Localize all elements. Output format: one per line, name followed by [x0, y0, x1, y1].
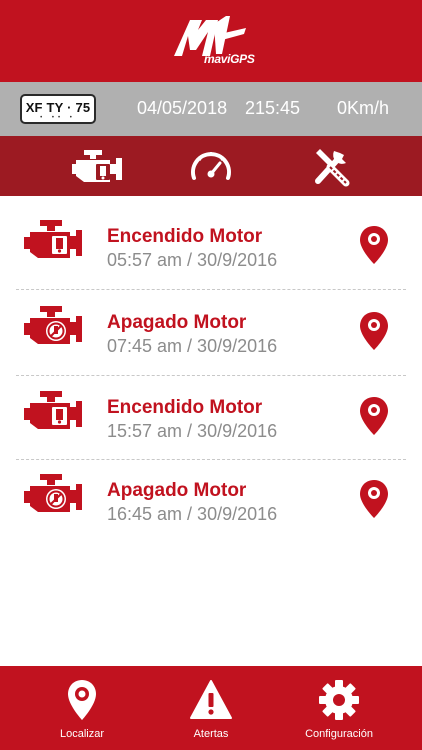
- event-timestamp: 16:45 am / 30/9/2016: [107, 504, 278, 524]
- nav-alertas-button[interactable]: Atertas: [151, 666, 271, 750]
- status-speed: 0Km/h: [337, 98, 390, 118]
- list-item[interactable]: Encendido Motor 05:57 am / 30/9/2016: [0, 196, 422, 280]
- location-pin-icon[interactable]: [358, 310, 390, 352]
- event-title: Apagado Motor: [107, 312, 247, 333]
- tab-engine[interactable]: [68, 144, 128, 188]
- status-date: 04/05/2018: [137, 98, 228, 118]
- nav-localizar-button[interactable]: Localizar: [22, 666, 142, 750]
- warning-icon: [190, 680, 232, 719]
- nav-localizar-label: Localizar: [59, 728, 105, 740]
- engine-off-icon: [24, 474, 82, 512]
- plate-dots: • •• •: [40, 115, 76, 121]
- license-plate: XF TY · 75 • •• •: [20, 94, 96, 124]
- list-item[interactable]: Apagado Motor 07:45 am / 30/9/2016: [0, 282, 422, 366]
- engine-on-icon: [24, 391, 82, 429]
- logo-wordmark: maviGPS: [204, 52, 255, 66]
- engine-icon: [72, 150, 122, 182]
- nav-alertas-label: Atertas: [193, 728, 229, 740]
- tools-icon: [315, 149, 350, 187]
- speedometer-icon: [191, 152, 231, 180]
- nav-configuracion-label: Configuración: [305, 728, 373, 740]
- list-item[interactable]: Apagado Motor 16:45 am / 30/9/2016: [0, 450, 422, 534]
- event-title: Apagado Motor: [107, 480, 247, 501]
- status-time: 215:45: [245, 98, 301, 118]
- event-title: Encendido Motor: [107, 397, 263, 418]
- plate-number: XF TY · 75: [25, 100, 91, 115]
- gear-icon: [319, 680, 359, 720]
- event-timestamp: 05:57 am / 30/9/2016: [107, 250, 278, 270]
- event-timestamp: 15:57 am / 30/9/2016: [107, 421, 278, 441]
- engine-on-icon: [24, 220, 82, 258]
- bottom-nav: Localizar Atertas Configuración: [0, 666, 422, 750]
- location-pin-icon[interactable]: [358, 395, 390, 437]
- app-header: maviGPS: [0, 0, 422, 82]
- engine-off-icon: [24, 306, 82, 344]
- event-timestamp: 07:45 am / 30/9/2016: [107, 336, 278, 356]
- location-pin-icon[interactable]: [358, 224, 390, 266]
- tab-bar: [0, 136, 422, 196]
- vehicle-status-bar: XF TY · 75 • •• • 04/05/2018 215:45 0Km/…: [0, 82, 422, 136]
- tab-speedometer[interactable]: [181, 144, 241, 188]
- event-title: Encendido Motor: [107, 226, 263, 247]
- map-pin-icon: [68, 680, 96, 720]
- list-item[interactable]: Encendido Motor 15:57 am / 30/9/2016: [0, 367, 422, 451]
- location-pin-icon[interactable]: [358, 478, 390, 520]
- tab-tools[interactable]: [302, 144, 362, 188]
- nav-configuracion-button[interactable]: Configuración: [279, 666, 399, 750]
